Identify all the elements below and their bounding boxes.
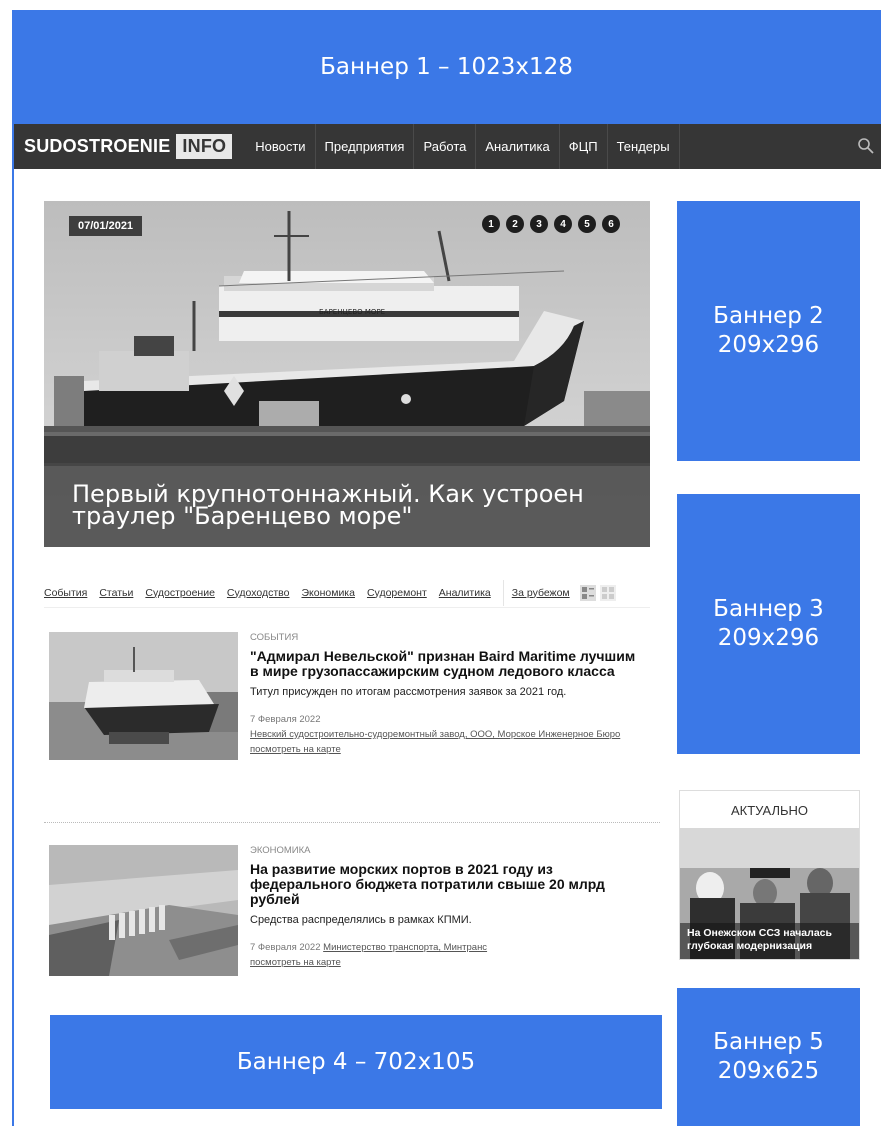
nav-item-tenders[interactable]: Тендеры bbox=[608, 124, 680, 169]
nav-item-companies[interactable]: Предприятия bbox=[316, 124, 415, 169]
slider-dot-5[interactable]: 5 bbox=[578, 215, 596, 233]
map-link[interactable]: посмотреть на карте bbox=[250, 957, 640, 968]
news-thumbnail[interactable] bbox=[49, 632, 238, 760]
aktualno-caption[interactable]: На Онежском ССЗ началась глубокая модерн… bbox=[687, 927, 853, 953]
news-date: 7 Февраля 2022 bbox=[250, 942, 321, 953]
slider-pagination: 1 2 3 4 5 6 bbox=[482, 215, 620, 233]
news-category[interactable]: ЭКОНОМИКА bbox=[250, 845, 640, 856]
slide-date-badge: 07/01/2021 bbox=[69, 216, 143, 236]
slider-dot-1[interactable]: 1 bbox=[482, 215, 500, 233]
nav-item-analytics[interactable]: Аналитика bbox=[476, 124, 560, 169]
port-aerial-photo bbox=[49, 845, 238, 976]
banner-1[interactable]: Баннер 1 – 1023x128 bbox=[12, 10, 881, 124]
ship-name-text: БАРЕНЦЕВО МОРЕ bbox=[319, 308, 385, 316]
nav-item-news[interactable]: Новости bbox=[246, 124, 316, 169]
search-icon[interactable] bbox=[857, 137, 875, 155]
tab-ship-repair[interactable]: Судоремонт bbox=[367, 587, 427, 599]
category-tabs: События Статьи Судостроение Судоходство … bbox=[44, 578, 650, 608]
news-meta: 7 Февраля 2022 Министерство транспорта, … bbox=[250, 940, 640, 955]
banner-5-size: 209x625 bbox=[717, 1058, 820, 1084]
slider-dot-6[interactable]: 6 bbox=[602, 215, 620, 233]
news-item: СОБЫТИЯ "Адмирал Невельской" признан Bai… bbox=[44, 632, 650, 802]
main-navbar: SUDOSTROENIE INFO Новости Предприятия Ра… bbox=[14, 124, 881, 169]
news-lead: Средства распределялись в рамках КПМИ. bbox=[250, 914, 472, 926]
slide-caption[interactable]: Первый крупнотоннажный. Как устроен трау… bbox=[44, 463, 650, 547]
map-link[interactable]: посмотреть на карте bbox=[250, 744, 640, 755]
site-logo[interactable]: SUDOSTROENIE INFO bbox=[24, 134, 233, 159]
tab-events[interactable]: События bbox=[44, 587, 87, 599]
aktualno-image[interactable]: На Онежском ССЗ началась глубокая модерн… bbox=[680, 828, 859, 959]
banner-2[interactable]: Баннер 2 209x296 bbox=[677, 201, 860, 461]
banner-4[interactable]: Баннер 4 – 702x105 bbox=[50, 1015, 662, 1109]
featured-slider[interactable]: БАРЕНЦЕВО МОРЕ 07/01/2021 1 2 3 4 5 6 Пе… bbox=[44, 201, 650, 547]
banner-3[interactable]: Баннер 3 209x296 bbox=[677, 494, 860, 754]
banner-4-label: Баннер 4 – 702x105 bbox=[236, 1048, 476, 1075]
news-item: ЭКОНОМИКА На развитие морских портов в 2… bbox=[44, 845, 650, 985]
news-title[interactable]: "Адмирал Невельской" признан Baird Marit… bbox=[250, 649, 640, 679]
aktualno-title: АКТУАЛЬНО bbox=[730, 803, 809, 818]
slider-dot-4[interactable]: 4 bbox=[554, 215, 572, 233]
banner-1-label: Баннер 1 – 1023x128 bbox=[320, 53, 573, 80]
logo-text-info: INFO bbox=[176, 134, 233, 159]
banner-5[interactable]: Баннер 5 209x625 bbox=[677, 988, 860, 1126]
news-meta: 7 Февраля 2022 Невский судостроительно-с… bbox=[250, 712, 640, 742]
tab-articles[interactable]: Статьи bbox=[99, 587, 133, 599]
news-tags[interactable]: Невский судостроительно-судоремонтный за… bbox=[250, 729, 620, 740]
tab-shipping[interactable]: Судоходство bbox=[227, 587, 290, 599]
nav-item-jobs[interactable]: Работа bbox=[414, 124, 477, 169]
banner-2-size: 209x296 bbox=[717, 332, 820, 358]
news-category[interactable]: СОБЫТИЯ bbox=[250, 632, 640, 643]
tab-divider bbox=[502, 579, 504, 606]
tab-shipbuilding[interactable]: Судостроение bbox=[145, 587, 215, 599]
aktualno-widget: АКТУАЛЬНО На Онежском ССЗ началась глубо… bbox=[679, 790, 860, 960]
banner-2-label: Баннер 2 bbox=[713, 303, 824, 330]
news-tags[interactable]: Министерство транспорта, Минтранс bbox=[323, 942, 487, 953]
tab-analytics[interactable]: Аналитика bbox=[439, 587, 491, 599]
tab-abroad[interactable]: За рубежом bbox=[512, 587, 570, 599]
news-body: ЭКОНОМИКА На развитие морских портов в 2… bbox=[250, 845, 640, 968]
news-date: 7 Февраля 2022 bbox=[250, 714, 321, 725]
grid-view-icon[interactable] bbox=[599, 584, 616, 601]
left-border bbox=[12, 124, 14, 1126]
news-title[interactable]: На развитие морских портов в 2021 году и… bbox=[250, 862, 640, 907]
nav-item-fcp[interactable]: ФЦП bbox=[560, 124, 608, 169]
slider-dot-2[interactable]: 2 bbox=[506, 215, 524, 233]
logo-text-main: SUDOSTROENIE bbox=[24, 136, 171, 156]
news-thumbnail[interactable] bbox=[49, 845, 238, 976]
news-body: СОБЫТИЯ "Адмирал Невельской" признан Bai… bbox=[250, 632, 640, 755]
news-separator bbox=[44, 822, 660, 823]
banner-5-label: Баннер 5 bbox=[713, 1029, 824, 1056]
banner-3-size: 209x296 bbox=[717, 625, 820, 651]
tab-economy[interactable]: Экономика bbox=[301, 587, 354, 599]
slider-dot-3[interactable]: 3 bbox=[530, 215, 548, 233]
banner-3-label: Баннер 3 bbox=[713, 596, 824, 623]
list-view-icon[interactable] bbox=[579, 584, 596, 601]
ferry-photo bbox=[49, 632, 238, 760]
news-lead: Титул присужден по итогам рассмотрения з… bbox=[250, 686, 567, 698]
